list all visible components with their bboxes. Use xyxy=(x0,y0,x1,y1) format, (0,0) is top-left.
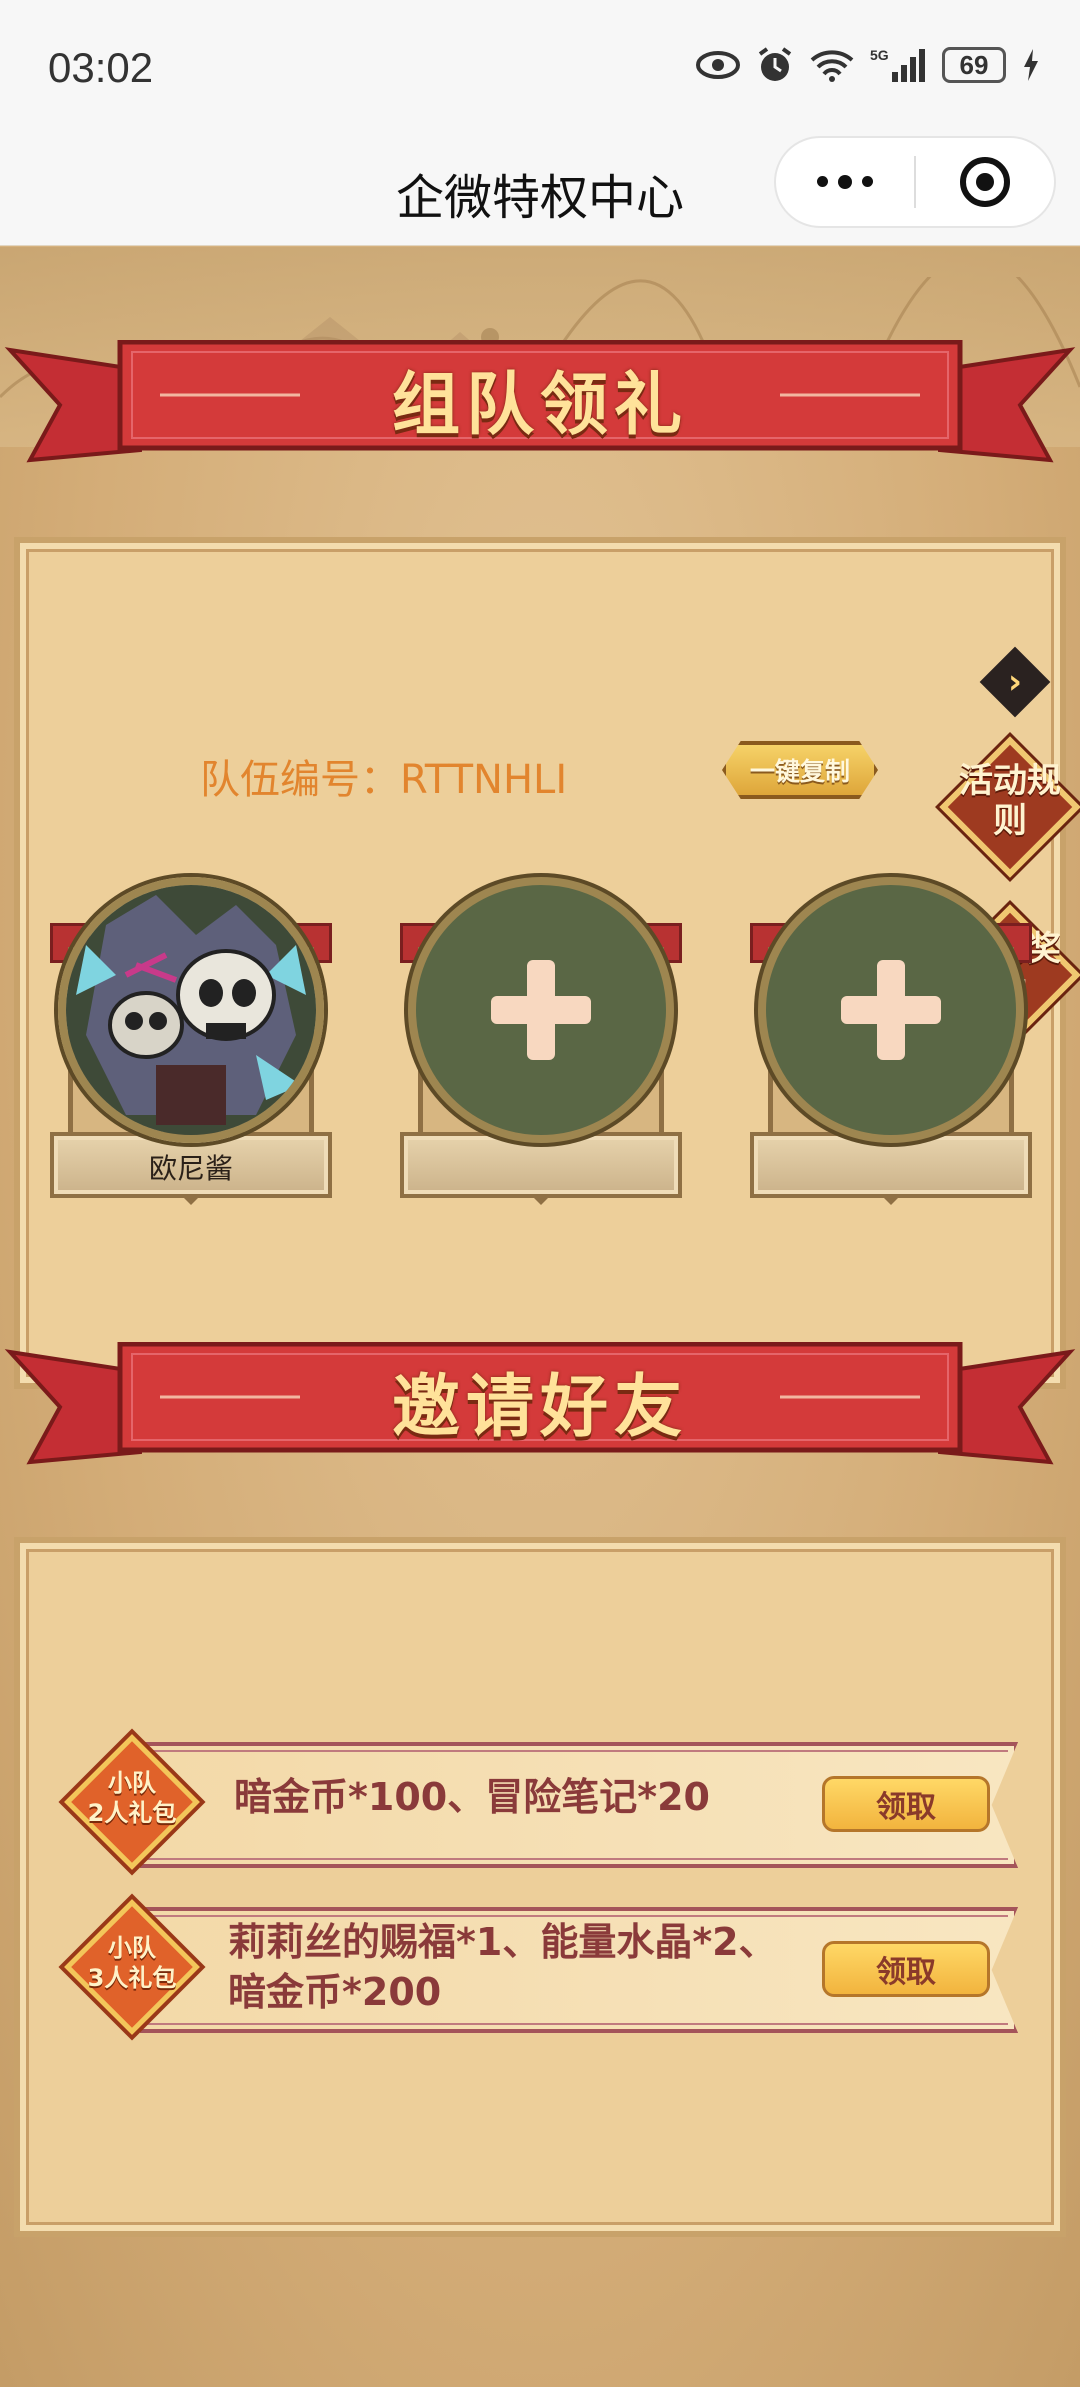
slot-pointer xyxy=(531,1195,551,1205)
reward-badge: 小队 3人礼包 xyxy=(62,1897,202,2037)
team-slot-1[interactable]: 欧尼酱 xyxy=(50,877,332,1205)
badge-line1: 小队 xyxy=(108,1934,156,1962)
slot-pointer xyxy=(881,1195,901,1205)
claim-button[interactable]: 领取 xyxy=(822,1941,990,1997)
team-section-title: 组队领礼 xyxy=(391,366,688,445)
reward-text-line2: 暗金币*200 xyxy=(228,1970,442,2014)
reward-badge: 小队 2人礼包 xyxy=(62,1732,202,1872)
team-slot-3[interactable] xyxy=(750,877,1032,1205)
close-button[interactable] xyxy=(916,138,1054,226)
invite-card xyxy=(14,1537,1066,2237)
status-icons: 5G 69 xyxy=(696,46,1040,84)
eye-icon xyxy=(696,51,740,79)
skull-warrior-avatar-icon xyxy=(66,885,316,1135)
invite-section-title: 邀请好友 xyxy=(391,1368,688,1447)
member-name: 欧尼酱 xyxy=(148,1152,233,1185)
more-button[interactable] xyxy=(776,138,914,226)
badge-line2: 2人礼包 xyxy=(87,1799,177,1827)
reward-text-line1: 莉莉丝的赐福*1、能量水晶*2、 xyxy=(228,1920,777,1964)
avatar xyxy=(58,877,324,1143)
badge-line1: 小队 xyxy=(108,1769,156,1797)
wifi-icon xyxy=(810,50,854,82)
claim-button[interactable]: 领取 xyxy=(822,1776,990,1832)
charging-icon xyxy=(1024,49,1038,81)
svg-text:5G: 5G xyxy=(870,47,889,63)
chevron-right-icon: › xyxy=(1007,661,1023,702)
reward-text: 暗金币*100、冒险笔记*20 xyxy=(234,1772,710,1822)
rules-badge-label: 活动规则 xyxy=(959,761,1061,841)
reward-text: 莉莉丝的赐福*1、能量水晶*2、 暗金币*200 xyxy=(228,1917,777,2017)
mini-program-capsule xyxy=(774,136,1056,228)
team-id-label: 队伍编号：RTTNHLI xyxy=(200,757,568,803)
more-icon xyxy=(817,174,873,189)
slot-pointer xyxy=(181,1195,201,1205)
add-member-button[interactable] xyxy=(758,877,1024,1143)
badge-line2: 3人礼包 xyxy=(87,1964,177,1992)
reward-text-line1: 暗金币*100、冒险笔记*20 xyxy=(234,1775,710,1819)
plus-icon xyxy=(491,960,591,1060)
reward-row-3-person: 小队 3人礼包 莉莉丝的赐福*1、能量水晶*2、 暗金币*200 领取 xyxy=(62,1897,1022,2035)
activity-rules-button[interactable]: 活动规则 xyxy=(939,736,1080,878)
status-time: 03:02 xyxy=(48,44,154,91)
target-icon xyxy=(960,157,1010,207)
plus-icon xyxy=(841,960,941,1060)
copy-team-id-button[interactable]: 一键复制 xyxy=(722,741,878,799)
alarm-icon xyxy=(758,47,792,81)
battery-indicator: 69 xyxy=(942,47,1006,83)
reward-row-2-person: 小队 2人礼包 暗金币*100、冒险笔记*20 领取 xyxy=(62,1732,1022,1870)
nav-bar: 企微特权中心 xyxy=(0,130,1080,246)
team-slot-2[interactable] xyxy=(400,877,682,1205)
page-content: 组队领礼 › 队伍编号：RTTNHLI 一键复制 活动规则 我的奖励 xyxy=(0,247,1080,2387)
5g-signal-icon: 5G xyxy=(870,47,925,82)
add-member-button[interactable] xyxy=(408,877,674,1143)
status-bar: 03:02 5G 69 xyxy=(0,0,1080,130)
